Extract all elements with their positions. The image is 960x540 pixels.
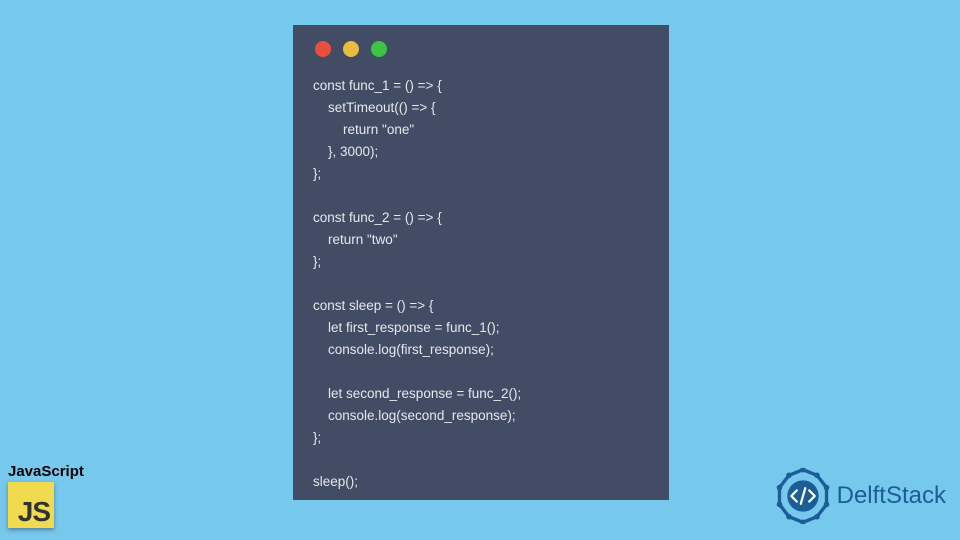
javascript-label: JavaScript: [8, 463, 84, 480]
javascript-logo-text: JS: [18, 496, 50, 528]
javascript-badge: JavaScript JS: [8, 463, 84, 528]
javascript-logo-icon: JS: [8, 482, 54, 528]
delftstack-label: DelftStack: [837, 482, 946, 510]
minimize-icon: [343, 41, 359, 57]
code-window: const func_1 = () => { setTimeout(() => …: [293, 25, 669, 500]
close-icon: [315, 41, 331, 57]
maximize-icon: [371, 41, 387, 57]
code-content: const func_1 = () => { setTimeout(() => …: [313, 75, 649, 493]
delftstack-logo-icon: [775, 468, 831, 524]
delftstack-branding: DelftStack: [775, 468, 946, 524]
window-traffic-lights: [313, 41, 649, 57]
